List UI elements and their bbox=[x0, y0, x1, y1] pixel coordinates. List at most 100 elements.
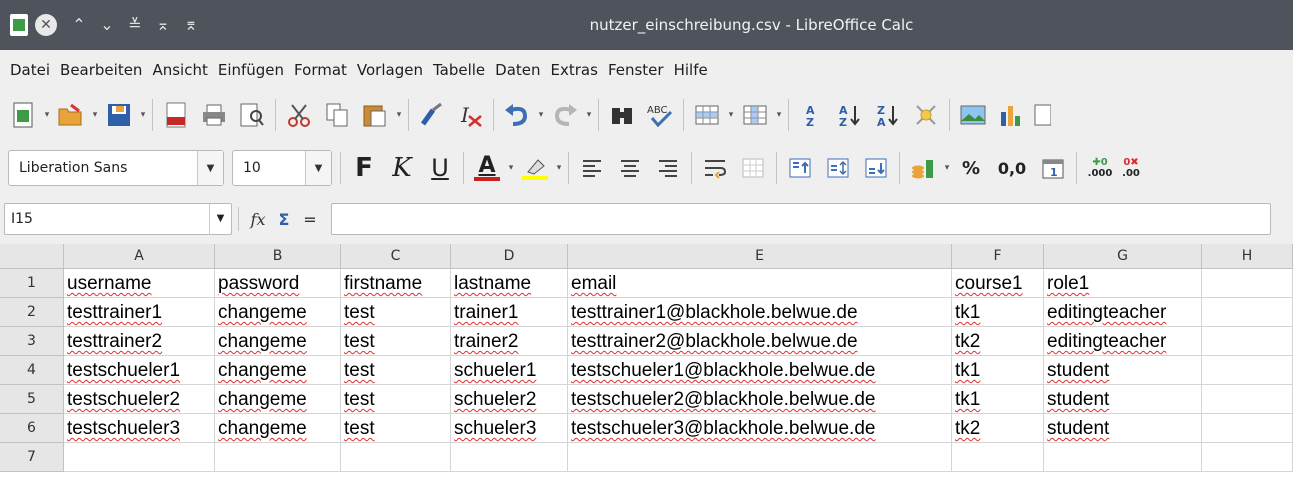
cell-f5[interactable]: tk1 bbox=[952, 385, 1044, 414]
row-icon[interactable] bbox=[690, 98, 724, 132]
cell-b1[interactable]: password bbox=[215, 269, 341, 298]
cell-b5[interactable]: changeme bbox=[215, 385, 341, 414]
row-header-6[interactable]: 6 bbox=[0, 414, 64, 443]
column-header-e[interactable]: E bbox=[568, 244, 952, 269]
cell-g3[interactable]: editingteacher bbox=[1044, 327, 1202, 356]
cell-d1[interactable]: lastname bbox=[451, 269, 568, 298]
redo-icon[interactable] bbox=[548, 98, 582, 132]
column-header-b[interactable]: B bbox=[215, 244, 341, 269]
cell-h1[interactable] bbox=[1202, 269, 1293, 298]
remove-decimal-icon[interactable]: 0✖ .00 bbox=[1121, 151, 1141, 185]
cell-a2[interactable]: testtrainer1 bbox=[64, 298, 215, 327]
cell-e2[interactable]: testtrainer1@blackhole.belwue.de bbox=[568, 298, 952, 327]
column-header-c[interactable]: C bbox=[341, 244, 451, 269]
menu-bearbeiten[interactable]: Bearbeiten bbox=[56, 61, 146, 79]
highlight-dropdown-icon[interactable]: ▾ bbox=[554, 163, 564, 173]
menu-daten[interactable]: Daten bbox=[491, 61, 544, 79]
percent-format-button[interactable]: % bbox=[954, 151, 988, 185]
menu-format[interactable]: Format bbox=[290, 61, 351, 79]
save-icon[interactable] bbox=[102, 98, 136, 132]
cell-f7[interactable] bbox=[952, 443, 1044, 472]
cell-h2[interactable] bbox=[1202, 298, 1293, 327]
cell-d4[interactable]: schueler1 bbox=[451, 356, 568, 385]
cell-b2[interactable]: changeme bbox=[215, 298, 341, 327]
row-header-1[interactable]: 1 bbox=[0, 269, 64, 298]
cell-e5[interactable]: testschueler2@blackhole.belwue.de bbox=[568, 385, 952, 414]
align-top-icon[interactable] bbox=[783, 151, 817, 185]
row-header-4[interactable]: 4 bbox=[0, 356, 64, 385]
formula-button[interactable]: = bbox=[297, 210, 323, 229]
cell-b3[interactable]: changeme bbox=[215, 327, 341, 356]
cell-e1[interactable]: email bbox=[568, 269, 952, 298]
sort-descending-icon[interactable]: ZA bbox=[871, 98, 905, 132]
font-color-button[interactable]: A bbox=[470, 151, 504, 185]
print-icon[interactable] bbox=[197, 98, 231, 132]
cell-a3[interactable]: testtrainer2 bbox=[64, 327, 215, 356]
cell-b4[interactable]: changeme bbox=[215, 356, 341, 385]
font-name-combo[interactable]: Liberation Sans ▼ bbox=[8, 150, 224, 186]
menu-vorlagen[interactable]: Vorlagen bbox=[353, 61, 427, 79]
currency-dropdown-icon[interactable]: ▾ bbox=[942, 163, 952, 173]
cell-a4[interactable]: testschueler1 bbox=[64, 356, 215, 385]
align-bottom-icon[interactable] bbox=[859, 151, 893, 185]
cell-g5[interactable]: student bbox=[1044, 385, 1202, 414]
paste-icon[interactable] bbox=[358, 98, 392, 132]
name-box-dropdown-icon[interactable]: ▼ bbox=[209, 204, 231, 234]
cell-d5[interactable]: schueler2 bbox=[451, 385, 568, 414]
underline-button[interactable]: U bbox=[423, 151, 457, 185]
cell-g1[interactable]: role1 bbox=[1044, 269, 1202, 298]
row-header-5[interactable]: 5 bbox=[0, 385, 64, 414]
cell-f2[interactable]: tk1 bbox=[952, 298, 1044, 327]
menu-hilfe[interactable]: Hilfe bbox=[670, 61, 712, 79]
function-wizard-button[interactable]: fx bbox=[245, 210, 271, 229]
cell-a1[interactable]: username bbox=[64, 269, 215, 298]
cell-f3[interactable]: tk2 bbox=[952, 327, 1044, 356]
italic-button[interactable]: K bbox=[385, 151, 419, 185]
cell-h5[interactable] bbox=[1202, 385, 1293, 414]
cell-c2[interactable]: test bbox=[341, 298, 451, 327]
menu-datei[interactable]: Datei bbox=[6, 61, 54, 79]
align-right-icon[interactable] bbox=[651, 151, 685, 185]
cell-c4[interactable]: test bbox=[341, 356, 451, 385]
cell-f1[interactable]: course1 bbox=[952, 269, 1044, 298]
center-vertically-icon[interactable] bbox=[821, 151, 855, 185]
menu-einfuegen[interactable]: Einfügen bbox=[214, 61, 288, 79]
export-pdf-icon[interactable] bbox=[159, 98, 193, 132]
paste-dropdown-icon[interactable]: ▾ bbox=[394, 110, 404, 120]
sum-button[interactable]: Σ bbox=[271, 210, 297, 229]
new-document-icon[interactable] bbox=[6, 98, 40, 132]
cell-a6[interactable]: testschueler3 bbox=[64, 414, 215, 443]
corner-cell[interactable] bbox=[0, 244, 64, 269]
redo-dropdown-icon[interactable]: ▾ bbox=[584, 110, 594, 120]
cell-f4[interactable]: tk1 bbox=[952, 356, 1044, 385]
column-header-f[interactable]: F bbox=[952, 244, 1044, 269]
align-left-icon[interactable] bbox=[575, 151, 609, 185]
bold-button[interactable]: F bbox=[347, 151, 381, 185]
column-dropdown-icon[interactable]: ▾ bbox=[774, 110, 784, 120]
row-header-2[interactable]: 2 bbox=[0, 298, 64, 327]
cell-d7[interactable] bbox=[451, 443, 568, 472]
save-dropdown-icon[interactable]: ▾ bbox=[138, 110, 148, 120]
row-header-3[interactable]: 3 bbox=[0, 327, 64, 356]
cell-g2[interactable]: editingteacher bbox=[1044, 298, 1202, 327]
cell-g4[interactable]: student bbox=[1044, 356, 1202, 385]
wrap-text-icon[interactable] bbox=[698, 151, 732, 185]
undo-icon[interactable] bbox=[500, 98, 534, 132]
row-dropdown-icon[interactable]: ▾ bbox=[726, 110, 736, 120]
cell-c7[interactable] bbox=[341, 443, 451, 472]
column-header-g[interactable]: G bbox=[1044, 244, 1202, 269]
column-header-h[interactable]: H bbox=[1202, 244, 1293, 269]
sort-icon[interactable]: AZ bbox=[795, 98, 829, 132]
menu-extras[interactable]: Extras bbox=[547, 61, 602, 79]
cell-e6[interactable]: testschueler3@blackhole.belwue.de bbox=[568, 414, 952, 443]
column-header-d[interactable]: D bbox=[451, 244, 568, 269]
menu-ansicht[interactable]: Ansicht bbox=[148, 61, 211, 79]
cell-a5[interactable]: testschueler2 bbox=[64, 385, 215, 414]
clone-formatting-icon[interactable] bbox=[415, 98, 449, 132]
add-decimal-icon[interactable]: ✚0 .000 bbox=[1083, 151, 1117, 185]
cell-h6[interactable] bbox=[1202, 414, 1293, 443]
cell-c3[interactable]: test bbox=[341, 327, 451, 356]
sort-ascending-icon[interactable]: AZ bbox=[833, 98, 867, 132]
find-replace-icon[interactable] bbox=[605, 98, 639, 132]
align-center-icon[interactable] bbox=[613, 151, 647, 185]
